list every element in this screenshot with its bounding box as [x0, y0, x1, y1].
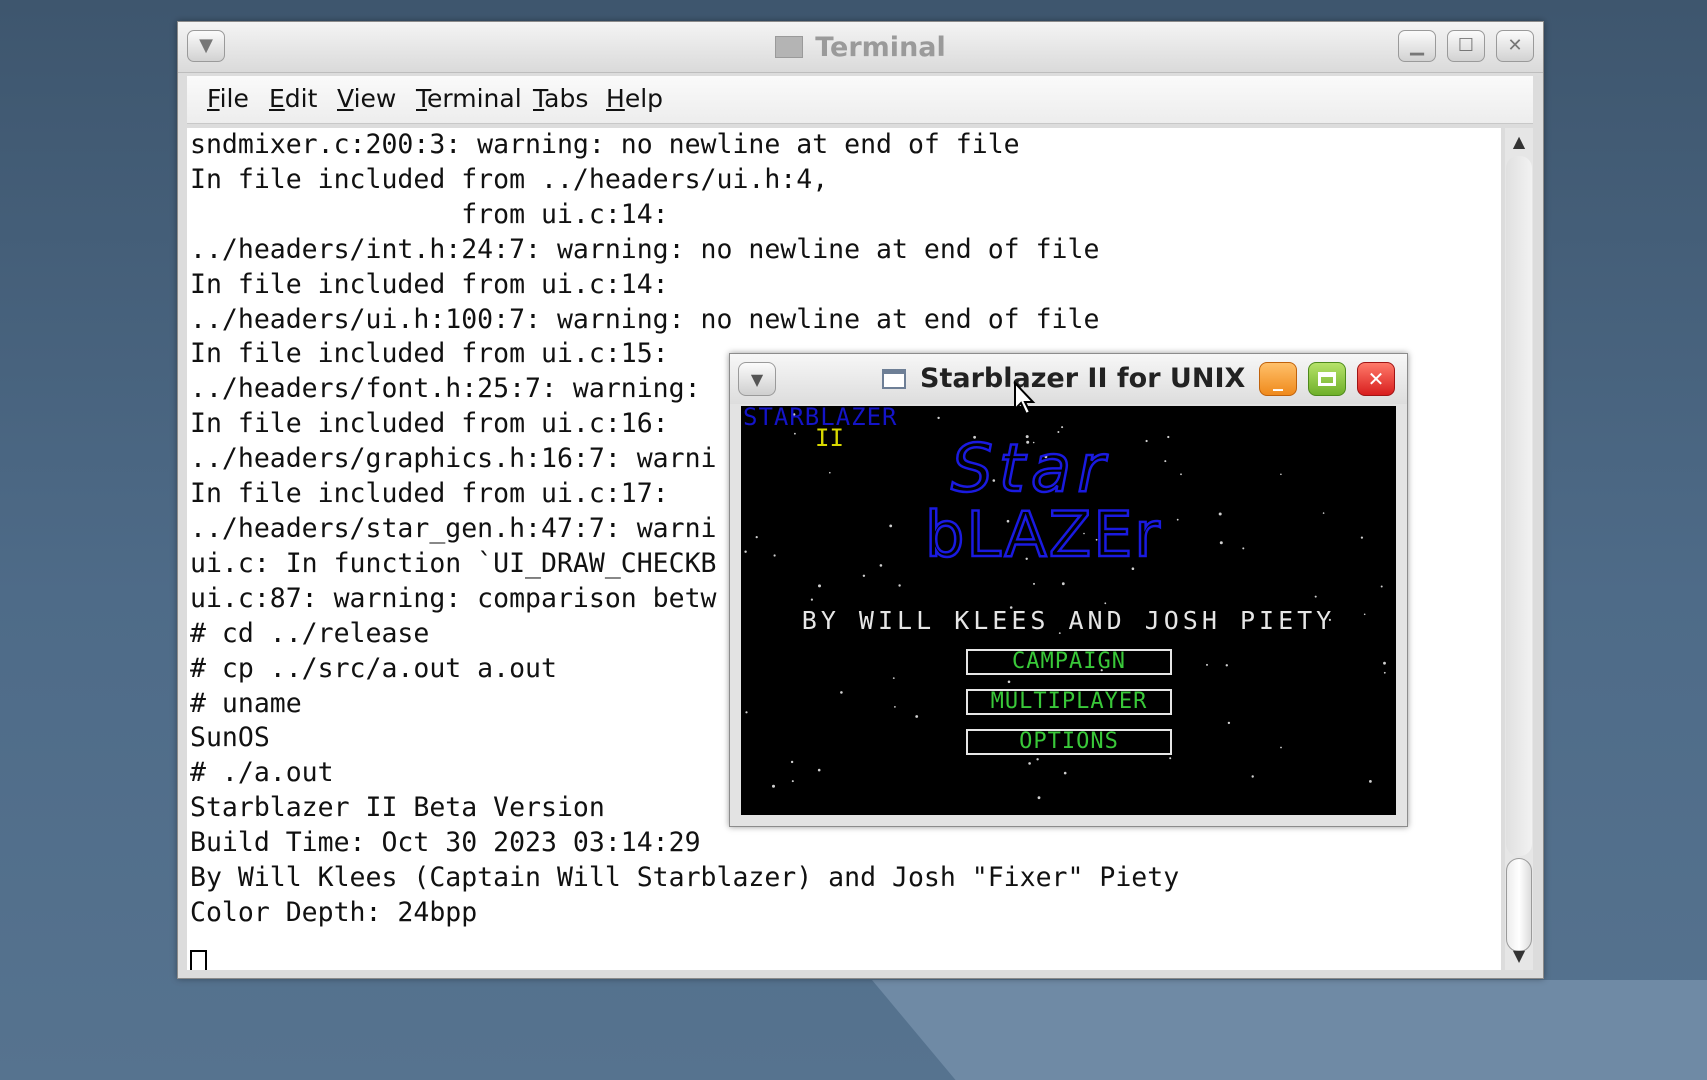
- terminal-line: from ui.c:14:: [190, 198, 669, 230]
- maximize-button[interactable]: [1308, 362, 1346, 396]
- scroll-up-arrow-icon[interactable]: ▲: [1509, 132, 1529, 152]
- minimize-icon: ▁: [1410, 35, 1424, 56]
- menu-terminal[interactable]: Terminal: [416, 84, 522, 113]
- vertical-scrollbar[interactable]: ▲ ▼: [1505, 128, 1533, 970]
- menu-view[interactable]: View: [337, 84, 396, 113]
- terminal-line: ../headers/int.h:24:7: warning: no newli…: [190, 233, 1100, 265]
- terminal-line: Color Depth: 24bpp: [190, 896, 478, 928]
- terminal-line: Build Time: Oct 30 2023 03:14:29: [190, 827, 701, 859]
- starblazer-title: Starblazer II for UNIX: [882, 363, 1245, 394]
- starblazer-window: ▼ Starblazer II for UNIX _ ✕ STARBLAZER …: [729, 353, 1408, 827]
- minimize-button[interactable]: _: [1259, 362, 1297, 396]
- scroll-thumb[interactable]: [1506, 858, 1532, 952]
- text-cursor: [190, 950, 207, 970]
- menu-edit[interactable]: Edit: [269, 84, 317, 113]
- terminal-line: sndmixer.c:200:3: warning: no newline at…: [190, 129, 1020, 160]
- options-button[interactable]: OPTIONS: [966, 729, 1172, 755]
- close-icon: ✕: [1507, 35, 1523, 56]
- close-button[interactable]: ✕: [1357, 362, 1395, 396]
- terminal-line: In file included from ui.c:14:: [190, 268, 669, 300]
- desktop-wallpaper-shape: [872, 980, 1707, 1080]
- starblazer-titlebar[interactable]: ▼ Starblazer II for UNIX _ ✕: [730, 354, 1407, 404]
- menu-tabs[interactable]: Tabs: [533, 84, 588, 113]
- close-icon: ✕: [1367, 367, 1385, 391]
- big-logo-bottom: bLAZEr: [925, 498, 1162, 571]
- terminal-line: By Will Klees (Captain Will Starblazer) …: [190, 862, 1180, 894]
- terminal-title: Terminal: [178, 32, 1543, 63]
- maximize-button[interactable]: ☐: [1447, 30, 1485, 62]
- scroll-down-arrow-icon[interactable]: ▼: [1509, 946, 1529, 966]
- game-canvas[interactable]: STARBLAZER II Star bLAZEr BY WILL KLEES …: [741, 406, 1396, 815]
- terminal-line: ../headers/ui.h:100:7: warning: no newli…: [190, 303, 1100, 335]
- menu-bar: File Edit View Terminal Tabs Help: [187, 76, 1533, 124]
- maximize-icon: [1318, 372, 1336, 386]
- window-app-icon: [882, 369, 906, 389]
- menu-help[interactable]: Help: [606, 84, 663, 113]
- menu-file[interactable]: File: [207, 84, 249, 113]
- close-button[interactable]: ✕: [1496, 30, 1534, 62]
- scroll-track[interactable]: [1506, 156, 1532, 856]
- campaign-button[interactable]: CAMPAIGN: [966, 649, 1172, 675]
- multiplayer-button[interactable]: MULTIPLAYER: [966, 689, 1172, 715]
- mouse-pointer-icon: [1014, 381, 1036, 416]
- terminal-titlebar[interactable]: ▼ Terminal ▁ ☐ ✕: [178, 22, 1543, 73]
- window-menu-button[interactable]: ▼: [738, 362, 776, 396]
- maximize-icon: ☐: [1457, 35, 1475, 56]
- terminal-line: In file included from ../headers/ui.h:4,: [190, 163, 829, 195]
- credits-text: BY WILL KLEES AND JOSH PIETY: [801, 606, 1336, 635]
- minimize-icon: _: [1273, 367, 1283, 391]
- minimize-button[interactable]: ▁: [1398, 30, 1436, 62]
- big-logo-top: Star: [951, 430, 1110, 507]
- chevron-down-icon: ▼: [750, 369, 764, 389]
- terminal-app-icon: [775, 36, 804, 58]
